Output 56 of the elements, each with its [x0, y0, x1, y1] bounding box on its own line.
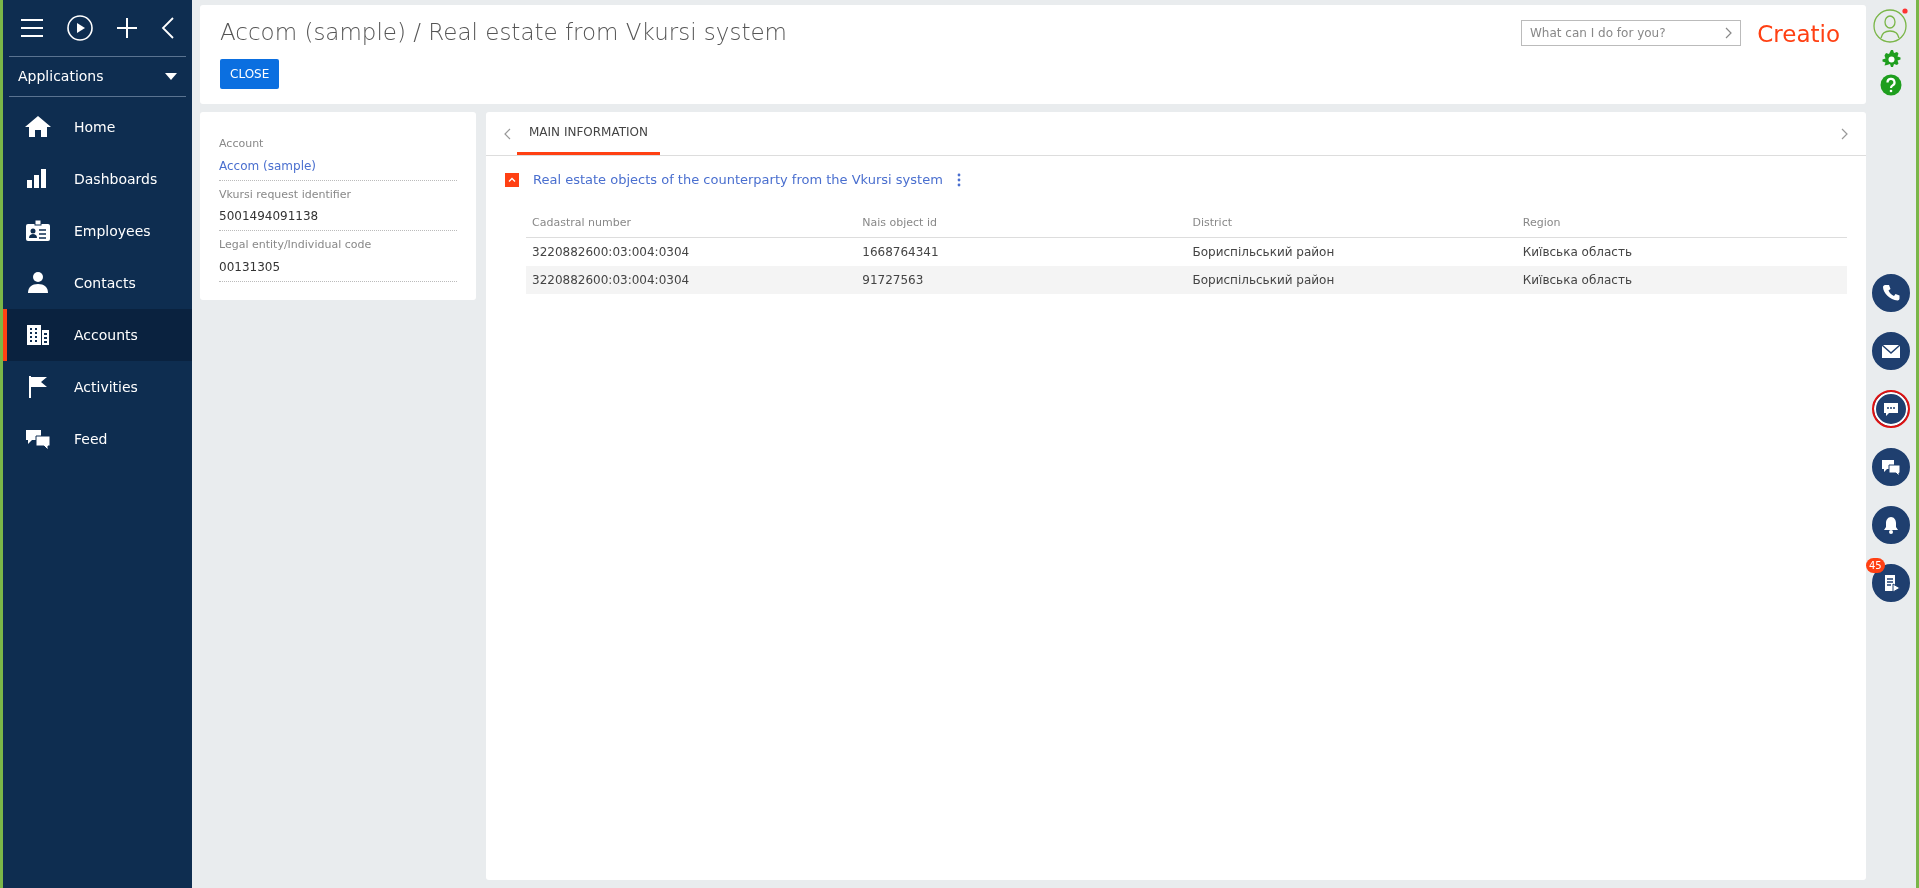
- table-cell-text: 3220882600:03:004:0304: [531, 243, 691, 261]
- settings-icon[interactable]: [1880, 48, 1902, 70]
- table-cell-text: 1668764341: [861, 243, 940, 261]
- collapse-icon[interactable]: [160, 17, 175, 39]
- help-icon[interactable]: [1880, 74, 1902, 96]
- table-cell-text: Київська область: [1521, 243, 1633, 261]
- count-badge: 45: [1866, 558, 1885, 573]
- communication-button[interactable]: [1872, 448, 1910, 486]
- tab[interactable]: MAIN INFORMATION: [517, 112, 660, 155]
- sidebar-item[interactable]: Home: [3, 101, 192, 153]
- table-cell-text: Бориспільський район: [1191, 271, 1336, 289]
- page-title: Accom (sample) / Real estate from Vkursi system: [220, 19, 787, 47]
- plus-icon[interactable]: [115, 17, 138, 39]
- field-value: 5001494091138: [219, 203, 457, 231]
- communication-button[interactable]: [1872, 332, 1910, 370]
- sidebar-item[interactable]: Contacts: [3, 257, 192, 309]
- table-cell-text: Бориспільський район: [1191, 243, 1336, 261]
- account-link[interactable]: Accom (sample): [219, 152, 457, 181]
- applications-label: Applications: [18, 67, 104, 86]
- home-icon: [24, 114, 52, 140]
- sidebar-item[interactable]: Dashboards: [3, 153, 192, 205]
- sidebar-item[interactable]: Activities: [3, 361, 192, 413]
- table-cell-text: 91727563: [861, 271, 925, 289]
- field-value: 00131305: [219, 253, 457, 282]
- caret-icon: [165, 73, 177, 80]
- communication-button[interactable]: [1872, 274, 1910, 312]
- sidebar-item[interactable]: Accounts: [3, 309, 192, 361]
- field-label: Vkursi request identifier: [219, 186, 352, 203]
- building-icon: [24, 322, 52, 348]
- id-badge-icon: [24, 218, 52, 244]
- detail-title[interactable]: Real estate objects of the counterparty from the Vkursi system: [533, 170, 943, 190]
- column-header[interactable]: Region: [1516, 214, 1847, 232]
- column-header[interactable]: Cadastral number: [526, 214, 857, 232]
- sidebar-item[interactable]: Feed: [3, 413, 192, 465]
- collapse-toggle[interactable]: [505, 172, 519, 187]
- field-label: Legal entity/Individual code: [219, 237, 373, 253]
- chevron-up-icon: [508, 177, 516, 183]
- chevron-right-icon: [1841, 127, 1848, 140]
- sidebar-item[interactable]: Employees: [3, 205, 192, 257]
- table-cell-text: 3220882600:03:004:0304: [531, 271, 691, 289]
- menu-icon[interactable]: [20, 18, 45, 38]
- search-field[interactable]: What can I do for you?: [1521, 20, 1741, 46]
- communication-button[interactable]: [1872, 506, 1910, 544]
- column-header[interactable]: District: [1186, 214, 1517, 232]
- field-label: Account: [219, 136, 265, 152]
- close-button[interactable]: CLOSE: [220, 58, 280, 89]
- column-header[interactable]: Nais object id: [856, 214, 1187, 232]
- table-cell-text: Київська область: [1521, 271, 1633, 289]
- communication-button[interactable]: [1872, 390, 1910, 428]
- logo: Creatio: [1757, 20, 1840, 49]
- more-icon[interactable]: [956, 172, 961, 187]
- phone-icon: [1880, 282, 1902, 304]
- chevron-right-icon: [1725, 27, 1732, 39]
- chevron-left-icon: [504, 127, 511, 140]
- play-icon[interactable]: [67, 15, 94, 41]
- applications-dropdown[interactable]: Applications: [9, 57, 186, 97]
